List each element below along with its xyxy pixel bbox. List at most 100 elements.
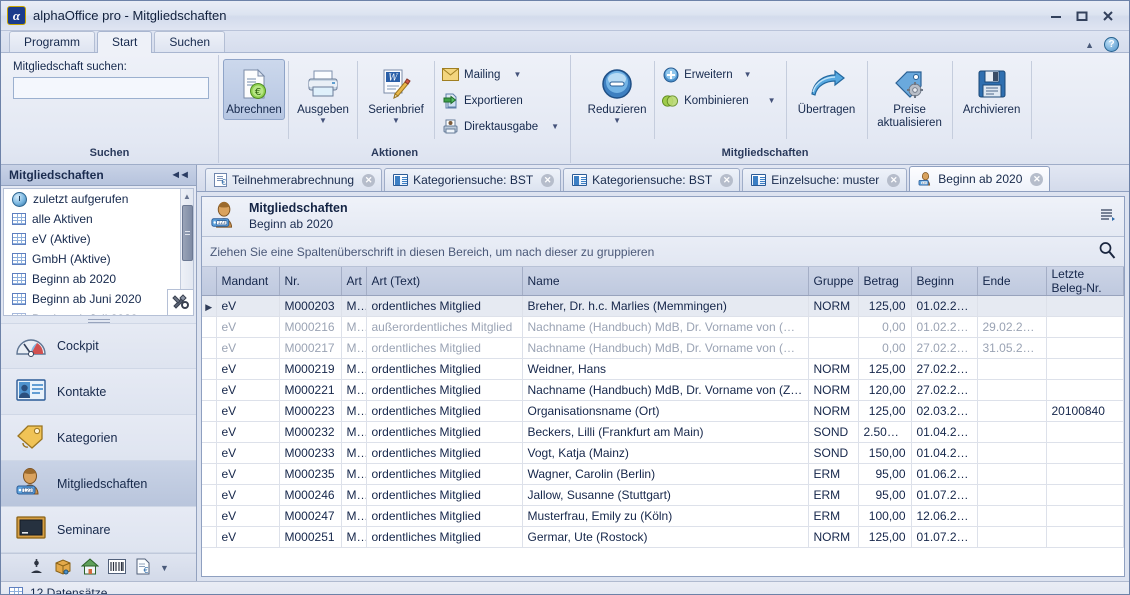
collapse-ribbon-icon[interactable]: ▲ — [1085, 40, 1094, 50]
table-row[interactable]: eV M000223 MO ordentliches Mitglied Orga… — [202, 400, 1124, 422]
table-row[interactable]: eV M000233 MO ordentliches Mitglied Vogt… — [202, 442, 1124, 464]
table-row[interactable]: eV M000246 MO ordentliches Mitglied Jall… — [202, 484, 1124, 506]
table-row[interactable]: eV M000235 MO ordentliches Mitglied Wagn… — [202, 463, 1124, 485]
sidebar-item-kategorien[interactable]: Kategorien — [1, 415, 196, 461]
cell-beginn: 01.04.2020 — [911, 442, 978, 464]
maximize-button[interactable] — [1069, 5, 1095, 27]
pen-stand-icon[interactable] — [28, 558, 45, 578]
group-by-area[interactable]: Ziehen Sie eine Spaltenüberschrift in di… — [202, 237, 1124, 267]
cell-letzte-beleg-nr — [1046, 526, 1124, 548]
sidebar-item-beginn-ab-juli-2020[interactable]: Beginn ab Juli 2020 — [4, 309, 193, 315]
cell-art: MO — [341, 295, 367, 317]
cell-name: Vogt, Katja (Mainz) — [522, 442, 809, 464]
minimize-button[interactable] — [1043, 5, 1069, 27]
blackboard-icon — [15, 515, 47, 544]
direktausgabe-button[interactable]: Direktausgabe ▼ — [438, 115, 566, 138]
column-header-ende[interactable]: Ende — [977, 267, 1047, 296]
table-row[interactable]: eV M000221 MO ordentliches Mitglied Nach… — [202, 379, 1124, 401]
chevron-down-icon[interactable]: ▼ — [613, 117, 621, 125]
cell-art: MO — [341, 526, 367, 548]
chevron-down-icon[interactable]: ▼ — [319, 117, 327, 125]
sidebar-item-alle-aktiven[interactable]: alle Aktiven — [4, 209, 193, 229]
membership-search-input[interactable] — [13, 77, 209, 99]
document-tab-kategoriensuche-bst-1[interactable]: Kategoriensuche: BST ✕ — [384, 168, 562, 191]
column-header-art-text[interactable]: Art (Text) — [366, 267, 523, 296]
column-header-betrag[interactable]: Betrag — [858, 267, 912, 296]
chevron-down-icon[interactable]: ▼ — [513, 71, 521, 79]
close-icon[interactable]: ✕ — [541, 173, 555, 187]
chevron-down-icon[interactable]: ▼ — [160, 563, 169, 573]
sidebar-item-gmbh-aktive[interactable]: GmbH (Aktive) — [4, 249, 193, 269]
archivieren-button[interactable]: Archivieren — [956, 59, 1028, 120]
column-header-mandant[interactable]: Mandant — [216, 267, 280, 296]
column-header-nr[interactable]: Nr. — [279, 267, 342, 296]
reduzieren-button[interactable]: Reduzieren ▼ — [583, 59, 651, 127]
chevron-down-icon[interactable]: ▼ — [744, 71, 752, 79]
cell-art: MO — [341, 421, 367, 443]
chevron-down-icon[interactable]: ▼ — [768, 97, 776, 105]
chevron-down-icon[interactable]: ▼ — [551, 123, 559, 131]
ribbon-group-title-aktionen: Aktionen — [371, 147, 419, 159]
sidebar-item-cockpit[interactable]: Cockpit — [1, 323, 196, 369]
magnifier-icon[interactable] — [1098, 241, 1116, 262]
close-icon[interactable]: ✕ — [887, 173, 901, 187]
cell-nr: M000221 — [279, 379, 342, 401]
ribbon-tab-start[interactable]: Start — [97, 31, 153, 53]
uebertragen-button[interactable]: Übertragen — [790, 59, 864, 120]
table-row[interactable]: eV M000219 MO ordentliches Mitglied Weid… — [202, 358, 1124, 380]
document-tab-einzelsuche-muster[interactable]: Einzelsuche: muster ✕ — [742, 168, 908, 191]
table-row[interactable]: eV M000216 MA außerordentliches Mitglied… — [202, 316, 1124, 338]
barcode-icon[interactable] — [108, 558, 127, 577]
sidebar-item-mitgliedschaften[interactable]: 123 Mitgliedschaften — [1, 461, 196, 507]
sidebar-splitter[interactable] — [1, 316, 196, 323]
preise-aktualisieren-button[interactable]: Preise aktualisieren — [871, 59, 949, 133]
sidebar-item-seminare[interactable]: Seminare — [1, 507, 196, 553]
ausgeben-button[interactable]: Ausgeben ▼ — [292, 59, 354, 127]
invoice-euro-icon[interactable]: € — [135, 558, 151, 578]
close-icon[interactable]: ✕ — [720, 173, 734, 187]
scroll-up-icon[interactable]: ▲ — [181, 189, 193, 203]
package-cart-icon[interactable] — [54, 558, 72, 578]
table-row[interactable]: eV M000251 MO ordentliches Mitglied Germ… — [202, 526, 1124, 548]
sidebar-item-kontakte[interactable]: Kontakte — [1, 369, 196, 415]
membership-grid[interactable]: Mandant Nr. Art Art (Text) Name Gruppe B… — [202, 267, 1124, 576]
table-icon — [9, 587, 23, 594]
chevron-down-icon[interactable]: ▼ — [392, 117, 400, 125]
scrollbar-thumb[interactable] — [182, 205, 193, 261]
home-icon[interactable] — [80, 557, 100, 578]
close-button[interactable] — [1095, 5, 1121, 27]
column-header-name[interactable]: Name — [522, 267, 809, 296]
double-chevron-left-icon[interactable]: ◄◄ — [170, 169, 192, 181]
document-tab-beginn-ab-2020[interactable]: 123 Beginn ab 2020 ✕ — [909, 166, 1051, 191]
ribbon-tab-programm[interactable]: Programm — [9, 31, 96, 52]
kombinieren-button[interactable]: Kombinieren ▼ — [658, 89, 783, 112]
cell-betrag: 2.500,00 — [858, 421, 912, 443]
sidebar-item-beginn-ab-juni-2020[interactable]: Beginn ab Juni 2020 — [4, 289, 193, 309]
column-header-beginn[interactable]: Beginn — [911, 267, 978, 296]
svg-text:€: € — [255, 87, 261, 98]
mailing-button[interactable]: Mailing ▼ — [438, 63, 566, 86]
table-row[interactable]: ▶ eV M000203 MO ordentliches Mitglied Br… — [202, 295, 1124, 317]
document-tab-teilnehmerabrechnung[interactable]: Teilnehmerabrechnung ✕ — [205, 168, 383, 191]
sidebar-item-beginn-ab-2020[interactable]: Beginn ab 2020 — [4, 269, 193, 289]
column-chooser-icon[interactable] — [1100, 208, 1116, 226]
column-header-art[interactable]: Art — [341, 267, 367, 296]
column-header-letzte-beleg-nr[interactable]: Letzte Beleg-Nr. — [1046, 267, 1124, 296]
ribbon-tab-suchen[interactable]: Suchen — [154, 31, 226, 52]
close-icon[interactable]: ✕ — [1030, 172, 1044, 186]
document-tab-kategoriensuche-bst-2[interactable]: Kategoriensuche: BST ✕ — [563, 168, 741, 191]
table-row[interactable]: eV M000217 MO ordentliches Mitglied Nach… — [202, 337, 1124, 359]
sidebar-item-zuletzt-aufgerufen[interactable]: zuletzt aufgerufen — [4, 189, 193, 209]
erweitern-button[interactable]: Erweitern ▼ — [658, 63, 783, 86]
exportieren-button[interactable]: Exportieren — [438, 89, 566, 112]
close-icon[interactable]: ✕ — [362, 173, 376, 187]
sidebar-item-ev-aktive[interactable]: eV (Aktive) — [4, 229, 193, 249]
help-icon[interactable]: ? — [1104, 37, 1119, 52]
column-header-gruppe[interactable]: Gruppe — [808, 267, 859, 296]
abrechnen-button[interactable]: € Abrechnen — [223, 59, 285, 121]
table-row[interactable]: eV M000247 MO ordentliches Mitglied Must… — [202, 505, 1124, 527]
sidebar-tools-button[interactable] — [167, 289, 193, 315]
serienbrief-button[interactable]: W Serienbrief ▼ — [361, 59, 431, 127]
table-row[interactable]: eV M000232 MO ordentliches Mitglied Beck… — [202, 421, 1124, 443]
price-tag-gear-icon — [893, 66, 927, 102]
